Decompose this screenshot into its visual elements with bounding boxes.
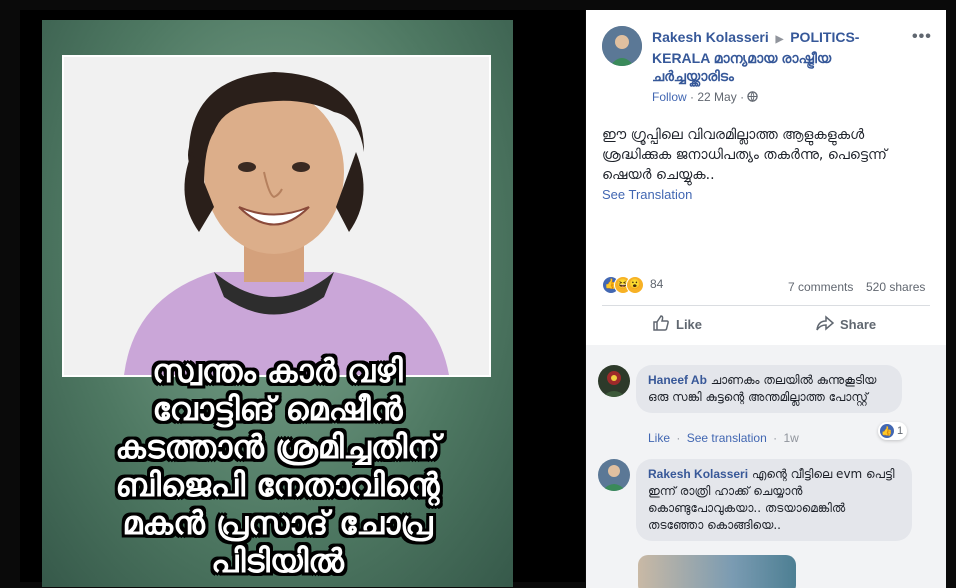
caption-line: കടത്താൻ ശ്രമിച്ചതിന്	[115, 428, 440, 466]
comment-reaction-count: 1	[897, 425, 904, 437]
comment-reaction-badge[interactable]: 👍 1	[878, 422, 908, 440]
caption-line: ബിജെപി നേതാവിന്റെ	[115, 466, 440, 504]
action-bar: Like Share	[602, 310, 930, 342]
share-button[interactable]: Share	[816, 314, 876, 335]
caption-line: സ്വന്തം കാർ വഴി	[152, 352, 403, 390]
comment-actions: Like · See translation · 1w	[648, 431, 799, 445]
like-button[interactable]: Like	[652, 314, 702, 335]
caption-line: മകൻ പ്രസാദ് ചോപ്ര	[122, 504, 433, 542]
follow-button[interactable]: Follow	[652, 90, 687, 104]
comment-translation-link[interactable]: See translation	[687, 431, 767, 445]
post-text: ഈ ഗ്രൂപ്പിലെ വിവരമില്ലാത്ത ആളുകളുകൾ ശ്രദ…	[602, 127, 887, 183]
comment-like-link[interactable]: Like	[648, 431, 670, 445]
comment-bubble: Rakesh Kolasseri എന്റെ വീട്ടിലെ evm പെട്…	[636, 459, 912, 541]
see-translation-link[interactable]: See Translation	[602, 187, 692, 202]
comment-count[interactable]: 7 comments	[788, 280, 853, 294]
commenter-avatar[interactable]	[598, 459, 630, 491]
comments-section: Haneef Ab ചാണകം തലയിൽ കുന്നുകൂടിയ ഒരു സങ…	[586, 345, 946, 588]
comment-author[interactable]: Haneef Ab	[648, 373, 707, 387]
share-icon	[816, 314, 835, 335]
caption-line: വോട്ടിങ് മെഷീൻ	[152, 390, 403, 428]
like-label: Like	[676, 317, 703, 332]
post-sidebar: Rakesh Kolasseri ▶ POLITICS-KERALA മാന്യ…	[586, 10, 946, 588]
reaction-count[interactable]: 84	[650, 277, 663, 291]
commenter-avatar[interactable]	[598, 365, 630, 397]
portrait-illustration	[64, 57, 489, 375]
wow-reaction-icon[interactable]: 😮	[626, 276, 644, 294]
portrait-photo	[62, 55, 491, 377]
comment-bubble: Haneef Ab ചാണകം തലയിൽ കുന്നുകൂടിയ ഒരു സങ…	[636, 365, 902, 413]
author-name[interactable]: Rakesh Kolasseri	[652, 29, 769, 45]
more-icon[interactable]: •••	[912, 28, 932, 46]
post-meta: Follow · 22 May ·	[652, 90, 759, 104]
comment-time[interactable]: 1w	[783, 431, 798, 445]
author-avatar[interactable]	[602, 26, 642, 66]
divider	[602, 305, 930, 306]
post-date[interactable]: 22 May	[697, 90, 736, 104]
arrow-right-icon: ▶	[775, 34, 784, 45]
globe-icon	[747, 90, 759, 104]
post-header: Rakesh Kolasseri ▶ POLITICS-KERALA മാന്യ…	[652, 28, 910, 85]
separator: ·	[676, 431, 681, 445]
avatar-image	[602, 26, 642, 66]
share-count[interactable]: 520 shares	[866, 280, 925, 294]
post-image[interactable]: സ്വന്തം കാർ വഴി വോട്ടിങ് മെഷീൻ കടത്താൻ ശ…	[42, 20, 513, 587]
image-caption: സ്വന്തം കാർ വഴി വോട്ടിങ് മെഷീൻ കടത്താൻ ശ…	[42, 352, 513, 580]
caption-line: പിടിയിൽ	[211, 542, 344, 580]
comment-attached-image[interactable]	[638, 555, 796, 588]
reactions-bar: 👍 😆 😮 84 7 comments 520 shares	[602, 275, 932, 297]
like-reaction-icon: 👍	[880, 424, 894, 438]
share-label: Share	[840, 317, 877, 332]
facebook-photo-viewer: സ്വന്തം കാർ വഴി വോട്ടിങ് മെഷീൻ കടത്താൻ ശ…	[0, 0, 956, 588]
comment-author[interactable]: Rakesh Kolasseri	[648, 467, 748, 481]
separator: ·	[773, 431, 778, 445]
like-icon	[652, 314, 670, 335]
photo-pane: സ്വന്തം കാർ വഴി വോട്ടിങ് മെഷീൻ കടത്താൻ ശ…	[20, 10, 585, 587]
